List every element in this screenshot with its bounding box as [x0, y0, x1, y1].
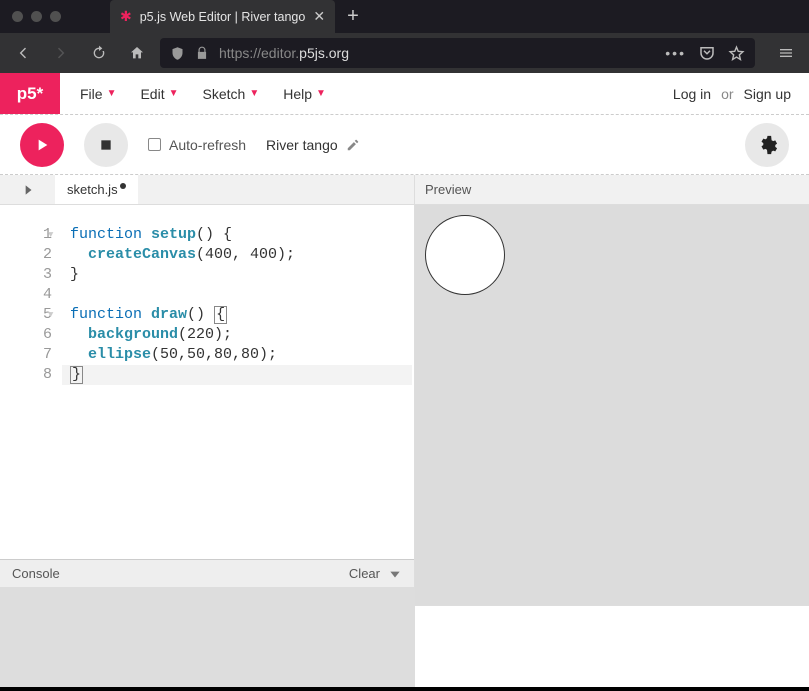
toolbar: Auto-refresh River tango: [0, 115, 809, 175]
auto-refresh-toggle[interactable]: Auto-refresh: [148, 137, 246, 153]
caret-down-icon: ▼: [169, 88, 179, 99]
console-body[interactable]: [0, 587, 414, 687]
caret-down-icon: ▼: [107, 88, 117, 99]
file-tab-sketch[interactable]: sketch.js: [55, 175, 138, 204]
preview-footer: [415, 605, 809, 687]
p5-favicon: ✱: [120, 8, 132, 25]
chevron-down-icon[interactable]: [388, 567, 402, 581]
shield-icon: [170, 46, 185, 61]
auto-refresh-checkbox[interactable]: [148, 138, 161, 151]
reload-button[interactable]: [84, 38, 114, 68]
ellipse-shape: [425, 215, 505, 295]
stop-icon: [99, 138, 113, 152]
code-editor[interactable]: ▼ ▼ 1 2 3 4 5 6 7 8 function setup() { c…: [0, 205, 414, 559]
auth-links: Log in or Sign up: [673, 73, 809, 114]
back-button[interactable]: [8, 38, 38, 68]
preview-header: Preview: [415, 175, 809, 205]
fold-arrow-icon[interactable]: ▼: [48, 225, 53, 245]
auto-refresh-label: Auto-refresh: [169, 137, 246, 153]
unsaved-dot-icon: [120, 183, 126, 189]
menu-edit[interactable]: Edit▼: [128, 86, 190, 102]
chevron-right-icon: [21, 183, 35, 197]
sidebar-toggle[interactable]: [0, 175, 55, 204]
sketch-canvas[interactable]: [415, 205, 809, 605]
bookmark-star-icon[interactable]: [728, 45, 745, 62]
browser-tab[interactable]: ✱ p5.js Web Editor | River tango ✕: [110, 0, 335, 33]
lock-icon: [195, 46, 209, 60]
code-content[interactable]: function setup() { createCanvas(400, 400…: [62, 205, 412, 559]
browser-navbar: https://editor.p5js.org •••: [0, 33, 809, 73]
login-link[interactable]: Log in: [673, 86, 711, 102]
signup-link[interactable]: Sign up: [744, 86, 791, 102]
app-topbar: p5* File▼ Edit▼ Sketch▼ Help▼ Log in or …: [0, 73, 809, 115]
close-tab-icon[interactable]: ✕: [313, 8, 325, 25]
console-clear-button[interactable]: Clear: [349, 566, 380, 581]
settings-button[interactable]: [745, 123, 789, 167]
menu-file[interactable]: File▼: [68, 86, 128, 102]
hamburger-menu[interactable]: [771, 38, 801, 68]
line-gutter: ▼ ▼ 1 2 3 4 5 6 7 8: [0, 205, 62, 559]
minimize-window[interactable]: [31, 11, 42, 22]
menu-help[interactable]: Help▼: [271, 86, 338, 102]
workspace: sketch.js ▼ ▼ 1 2 3 4 5 6 7 8 function s…: [0, 175, 809, 687]
caret-down-icon: ▼: [316, 88, 326, 99]
play-icon: [34, 137, 50, 153]
tab-title: p5.js Web Editor | River tango: [140, 10, 306, 24]
console-title: Console: [12, 566, 60, 581]
editor-tabbar: sketch.js: [0, 175, 414, 205]
more-icon[interactable]: •••: [665, 45, 686, 61]
home-button[interactable]: [122, 38, 152, 68]
pocket-icon[interactable]: [698, 44, 716, 62]
caret-down-icon: ▼: [249, 88, 259, 99]
preview-pane: Preview: [415, 175, 809, 687]
pencil-icon[interactable]: [346, 138, 360, 152]
stop-button[interactable]: [84, 123, 128, 167]
url-text: https://editor.p5js.org: [219, 45, 349, 61]
menu-bar: File▼ Edit▼ Sketch▼ Help▼: [60, 73, 338, 114]
url-bar[interactable]: https://editor.p5js.org •••: [160, 38, 755, 68]
fold-arrow-icon[interactable]: ▼: [48, 305, 53, 325]
menu-sketch[interactable]: Sketch▼: [191, 86, 272, 102]
maximize-window[interactable]: [50, 11, 61, 22]
close-window[interactable]: [12, 11, 23, 22]
p5-editor-app: p5* File▼ Edit▼ Sketch▼ Help▼ Log in or …: [0, 73, 809, 687]
editor-pane: sketch.js ▼ ▼ 1 2 3 4 5 6 7 8 function s…: [0, 175, 415, 687]
gear-icon: [756, 134, 778, 156]
console-header: Console Clear: [0, 559, 414, 587]
sketch-name[interactable]: River tango: [266, 137, 360, 153]
new-tab-button[interactable]: +: [335, 0, 371, 33]
tab-bar: ✱ p5.js Web Editor | River tango ✕ +: [110, 0, 371, 33]
browser-titlebar: ✱ p5.js Web Editor | River tango ✕ +: [0, 0, 809, 33]
p5-logo[interactable]: p5*: [0, 73, 60, 114]
window-controls: [12, 11, 61, 22]
auth-or: or: [721, 86, 733, 102]
play-button[interactable]: [20, 123, 64, 167]
forward-button[interactable]: [46, 38, 76, 68]
